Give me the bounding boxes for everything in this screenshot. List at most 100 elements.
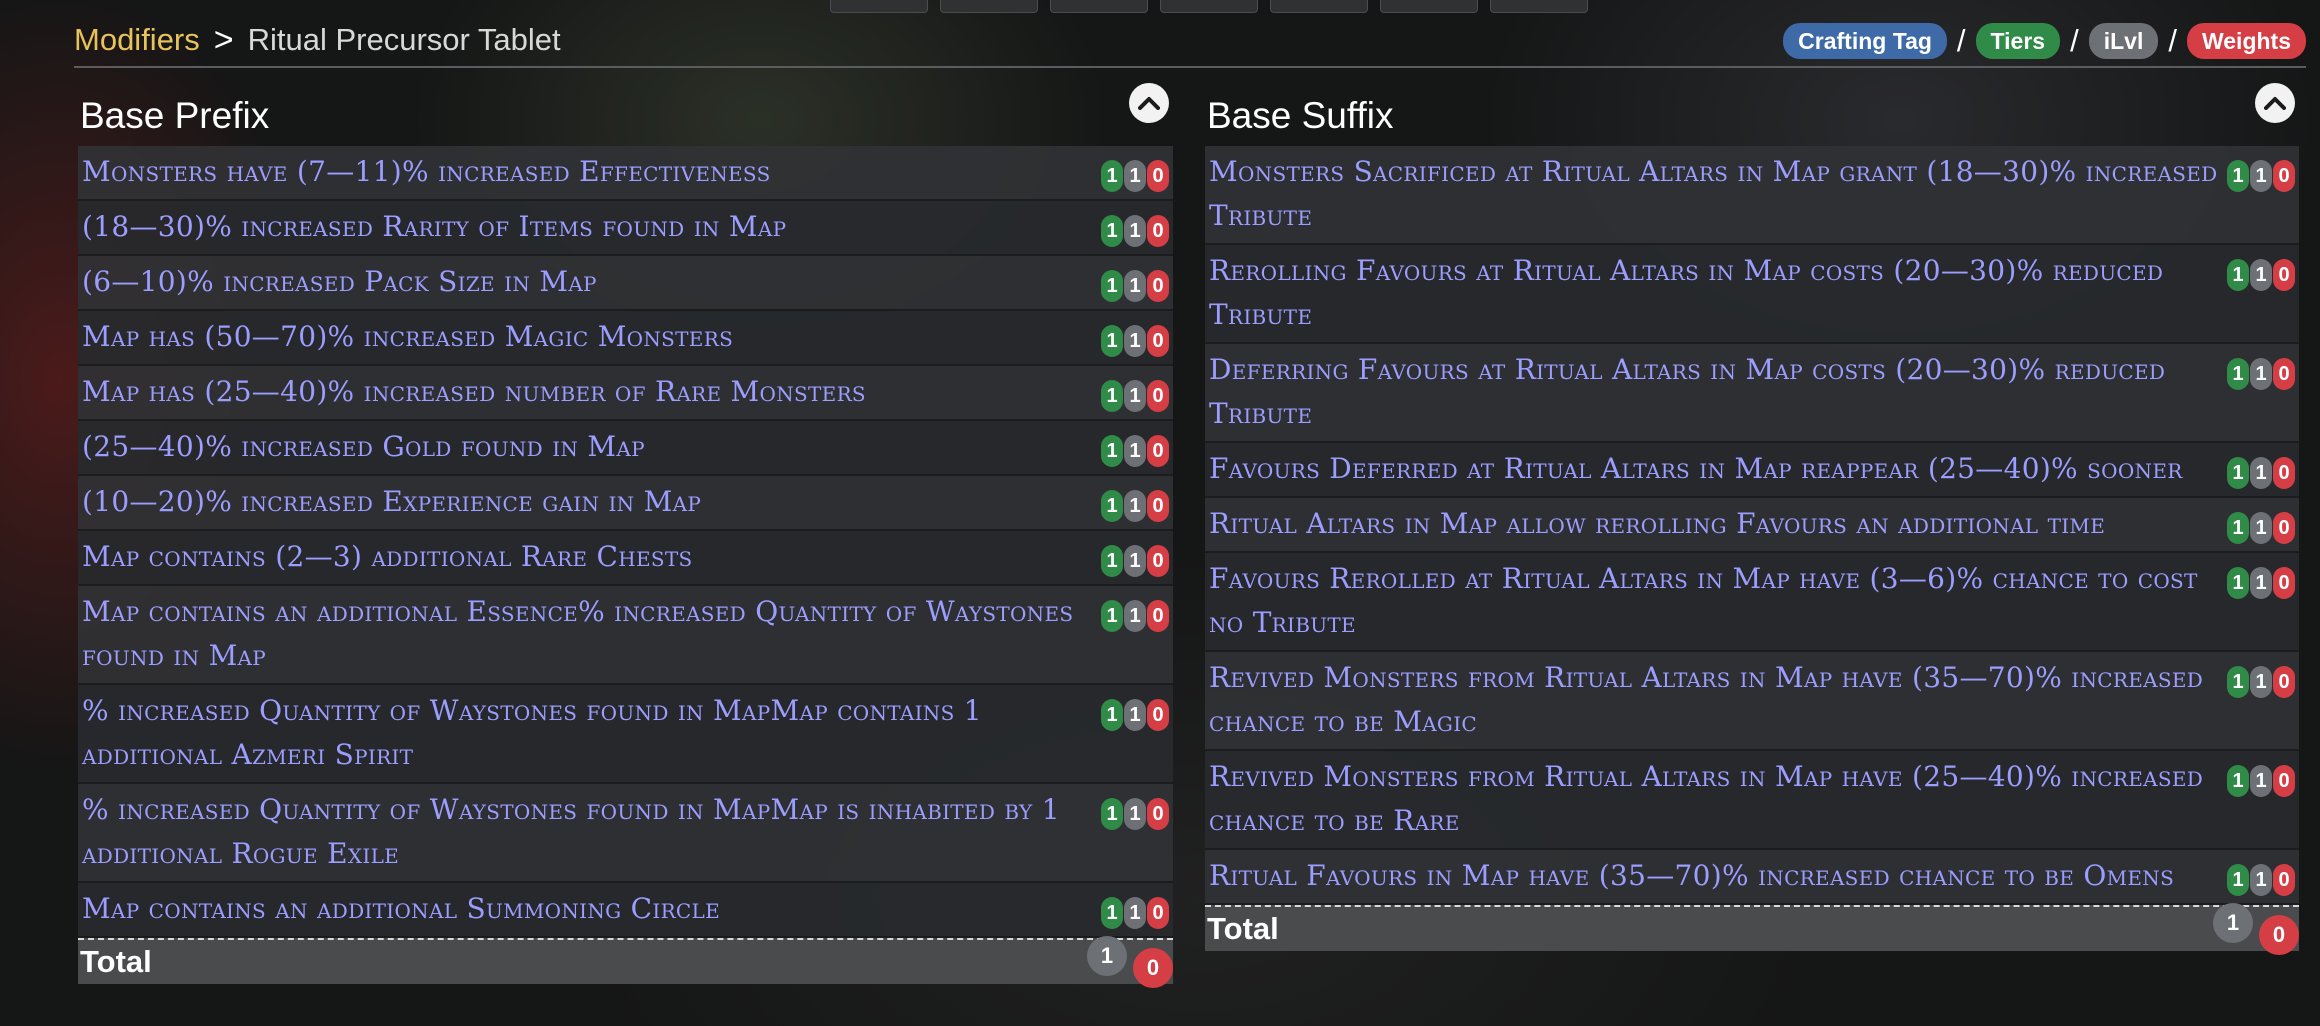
weight-badge: 0 <box>1147 215 1169 247</box>
mod-text[interactable]: % increased Quantity of Waystones found … <box>82 689 1100 777</box>
mod-row[interactable]: Favours Deferred at Ritual Altars in Map… <box>1205 443 2299 498</box>
ilvl-badge: 1 <box>1124 490 1146 522</box>
ilvl-badge: 1 <box>2250 358 2272 390</box>
ilvl-badge: 1 <box>1124 897 1146 929</box>
mod-row[interactable]: Map contains an additional Summoning Cir… <box>78 883 1173 938</box>
weight-badge: 0 <box>1147 545 1169 577</box>
mod-row[interactable]: Monsters Sacrificed at Ritual Altars in … <box>1205 146 2299 245</box>
tier-badge: 1 <box>1101 160 1123 192</box>
prefix-mod-list: Monsters have (7—11)% increased Effectiv… <box>78 146 1173 938</box>
mod-text[interactable]: Revived Monsters from Ritual Altars in M… <box>1209 755 2226 843</box>
ilvl-badge: 1 <box>2250 457 2272 489</box>
suffix-total-label: Total <box>1207 911 1279 946</box>
prefix-total-weight-badge: 0 <box>1133 948 1173 988</box>
weight-badge: 0 <box>1147 160 1169 192</box>
tier-badge: 1 <box>1101 435 1123 467</box>
mod-row[interactable]: Rerolling Favours at Ritual Altars in Ma… <box>1205 245 2299 344</box>
mod-text[interactable]: Map contains (2—3) additional Rare Chest… <box>82 535 1100 579</box>
weight-badge: 0 <box>1147 600 1169 632</box>
collapse-prefix-button[interactable] <box>1129 83 1169 123</box>
mod-row[interactable]: Deferring Favours at Ritual Altars in Ma… <box>1205 344 2299 443</box>
top-tab[interactable] <box>1490 0 1588 13</box>
legend-separator: / <box>2168 23 2177 58</box>
top-tab[interactable] <box>830 0 928 13</box>
mod-row[interactable]: Map has (25—40)% increased number of Rar… <box>78 366 1173 421</box>
ilvl-badge: 1 <box>1124 380 1146 412</box>
mod-text[interactable]: Monsters have (7—11)% increased Effectiv… <box>82 150 1100 194</box>
page-header: Modifiers > Ritual Precursor Tablet Craf… <box>74 20 2306 68</box>
mod-badges: 110 <box>2226 457 2295 489</box>
prefix-panel-header: Base Prefix <box>78 80 1173 146</box>
weight-badge: 0 <box>2273 512 2295 544</box>
prefix-panel: Base Prefix Monsters have (7—11)% increa… <box>78 80 1173 988</box>
mod-row[interactable]: Revived Monsters from Ritual Altars in M… <box>1205 652 2299 751</box>
suffix-panel: Base Suffix Monsters Sacrificed at Ritua… <box>1205 80 2299 955</box>
mod-text[interactable]: Favours Rerolled at Ritual Altars in Map… <box>1209 557 2226 645</box>
mod-row[interactable]: Map has (50—70)% increased Magic Monster… <box>78 311 1173 366</box>
top-tab[interactable] <box>1050 0 1148 13</box>
mod-row[interactable]: Ritual Favours in Map have (35—70)% incr… <box>1205 850 2299 905</box>
mod-row[interactable]: (25—40)% increased Gold found in Map 1 1 0 <box>78 421 1173 476</box>
weight-badge: 0 <box>1147 897 1169 929</box>
prefix-total-label: Total <box>80 944 152 979</box>
mod-badges: 110 <box>1100 435 1169 467</box>
collapse-suffix-button[interactable] <box>2255 83 2295 123</box>
mod-row[interactable]: Ritual Altars in Map allow rerolling Fav… <box>1205 498 2299 553</box>
mod-row[interactable]: (10—20)% increased Experience gain in Ma… <box>78 476 1173 531</box>
mod-row[interactable]: Favours Rerolled at Ritual Altars in Map… <box>1205 553 2299 652</box>
weight-badge: 0 <box>2273 765 2295 797</box>
mod-row[interactable]: Monsters have (7—11)% increased Effectiv… <box>78 146 1173 201</box>
mod-badges: 110 <box>2226 160 2295 192</box>
mod-badges: 110 <box>1100 798 1169 830</box>
mod-text[interactable]: (18—30)% increased Rarity of Items found… <box>82 205 1100 249</box>
mod-badges: 110 <box>1100 270 1169 302</box>
mod-text[interactable]: (6—10)% increased Pack Size in Map <box>82 260 1100 304</box>
ilvl-badge: 1 <box>1124 600 1146 632</box>
mod-text[interactable]: % increased Quantity of Waystones found … <box>82 788 1100 876</box>
top-tab[interactable] <box>1380 0 1478 13</box>
weight-badge: 0 <box>1147 798 1169 830</box>
ilvl-badge: 1 <box>2250 160 2272 192</box>
legend-separator: / <box>2070 23 2079 58</box>
mod-row[interactable]: (6—10)% increased Pack Size in Map 1 1 0 <box>78 256 1173 311</box>
mod-text[interactable]: Revived Monsters from Ritual Altars in M… <box>1209 656 2226 744</box>
weight-badge: 0 <box>1147 699 1169 731</box>
top-tab[interactable] <box>940 0 1038 13</box>
breadcrumb-modifiers-link[interactable]: Modifiers <box>74 22 200 58</box>
mod-text[interactable]: Map contains an additional Summoning Cir… <box>82 887 1100 931</box>
tier-badge: 1 <box>2227 259 2249 291</box>
weight-badge: 0 <box>1147 380 1169 412</box>
ilvl-badge: 1 <box>2250 259 2272 291</box>
tier-badge: 1 <box>2227 160 2249 192</box>
mod-text[interactable]: (10—20)% increased Experience gain in Ma… <box>82 480 1100 524</box>
mod-row[interactable]: Map contains an additional Essence% incr… <box>78 586 1173 685</box>
mod-badges: 110 <box>2226 358 2295 390</box>
mod-row[interactable]: Map contains (2—3) additional Rare Chest… <box>78 531 1173 586</box>
mod-text[interactable]: Monsters Sacrificed at Ritual Altars in … <box>1209 150 2226 238</box>
mod-row[interactable]: Revived Monsters from Ritual Altars in M… <box>1205 751 2299 850</box>
top-tab[interactable] <box>1270 0 1368 13</box>
mod-text[interactable]: Deferring Favours at Ritual Altars in Ma… <box>1209 348 2226 436</box>
weight-badge: 0 <box>2273 160 2295 192</box>
mod-row[interactable]: % increased Quantity of Waystones found … <box>78 685 1173 784</box>
mod-text[interactable]: Ritual Favours in Map have (35—70)% incr… <box>1209 854 2226 898</box>
tier-badge: 1 <box>2227 358 2249 390</box>
mod-text[interactable]: Favours Deferred at Ritual Altars in Map… <box>1209 447 2226 491</box>
mod-text[interactable]: Map has (25—40)% increased number of Rar… <box>82 370 1100 414</box>
mod-badges: 110 <box>1100 490 1169 522</box>
tier-badge: 1 <box>2227 765 2249 797</box>
mod-badges: 110 <box>1100 380 1169 412</box>
mod-text[interactable]: (25—40)% increased Gold found in Map <box>82 425 1100 469</box>
mod-badges: 110 <box>1100 160 1169 192</box>
mod-text[interactable]: Map has (50—70)% increased Magic Monster… <box>82 315 1100 359</box>
weight-badge: 0 <box>1147 435 1169 467</box>
ilvl-badge: 1 <box>1124 699 1146 731</box>
mod-text[interactable]: Ritual Altars in Map allow rerolling Fav… <box>1209 502 2226 546</box>
mod-badges: 110 <box>1100 545 1169 577</box>
mod-text[interactable]: Rerolling Favours at Ritual Altars in Ma… <box>1209 249 2226 337</box>
top-tab[interactable] <box>1160 0 1258 13</box>
mod-text[interactable]: Map contains an additional Essence% incr… <box>82 590 1100 678</box>
tier-badge: 1 <box>1101 897 1123 929</box>
mod-row[interactable]: (18—30)% increased Rarity of Items found… <box>78 201 1173 256</box>
mod-row[interactable]: % increased Quantity of Waystones found … <box>78 784 1173 883</box>
